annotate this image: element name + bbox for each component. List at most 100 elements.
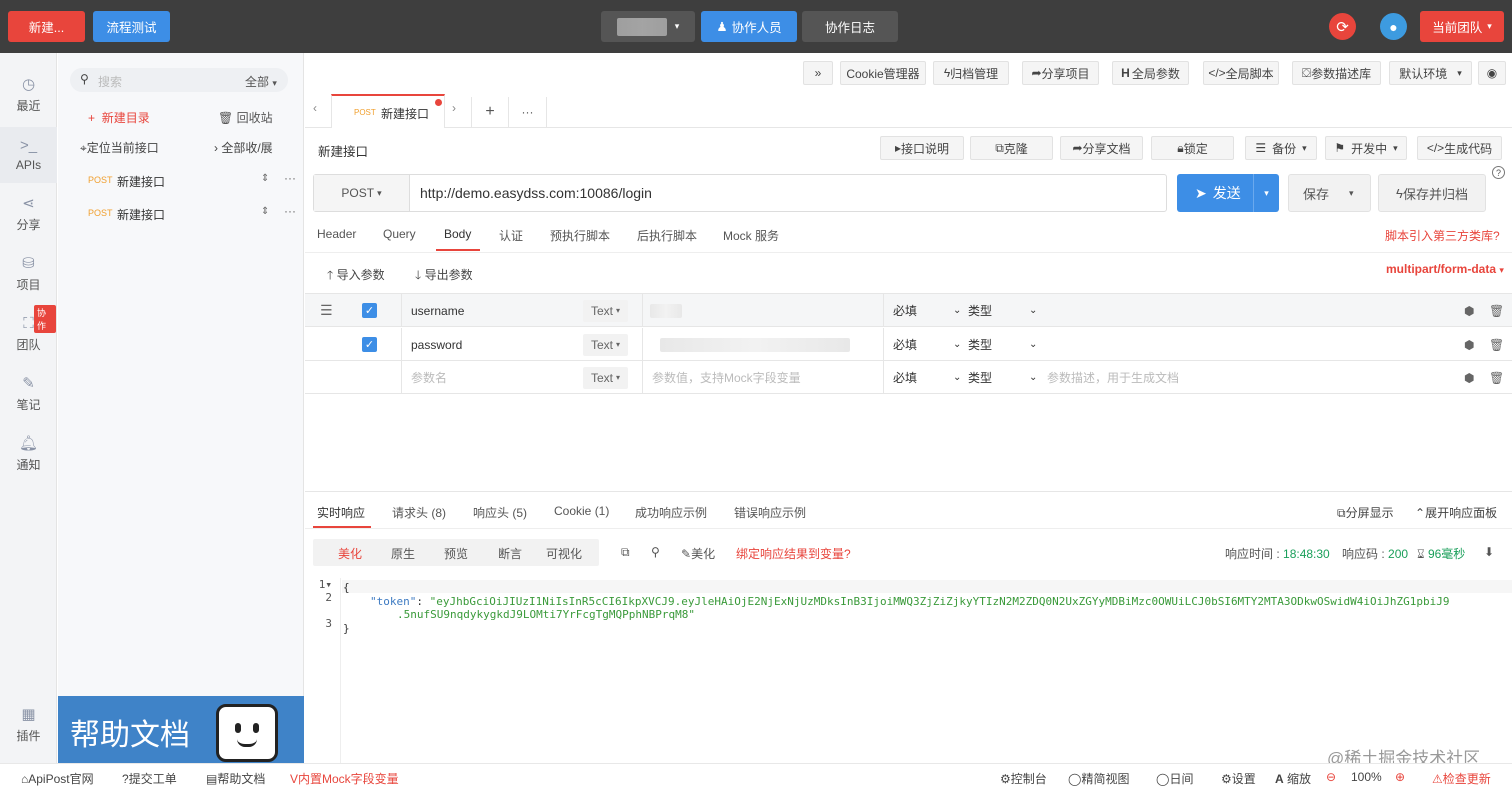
param-type-select[interactable]: Text ▾ [583, 294, 629, 327]
help-icon[interactable]: ? [1492, 166, 1505, 179]
check-update-button[interactable]: ⚠检查更新 [1432, 770, 1491, 787]
search-icon[interactable]: ⚲ [651, 545, 660, 559]
view-beautify[interactable]: 美化 [338, 545, 362, 562]
zoom-out-icon[interactable]: ⊖ [1326, 770, 1336, 784]
nav-notify[interactable]: 🔔︎ 通知 [0, 426, 57, 482]
delete-icon[interactable]: 🗑︎ [1489, 361, 1504, 394]
toolbar-more-button[interactable]: » [803, 61, 833, 85]
share-project-button[interactable]: ➦ 分享项目 [1022, 61, 1099, 85]
copy-icon[interactable]: ⧉ [621, 545, 630, 560]
cube-icon[interactable]: ⬢ [1464, 361, 1474, 394]
tab-post-script[interactable]: 后执行脚本 [637, 227, 697, 244]
split-view-button[interactable]: ⧉分屏显示 [1337, 504, 1394, 521]
param-value-input[interactable] [650, 294, 682, 327]
tab-more-button[interactable]: ··· [509, 97, 547, 127]
required-select[interactable]: 必填 [893, 294, 917, 327]
required-select[interactable]: 必填 [893, 328, 917, 361]
tab-scroll-left[interactable]: ‹ [313, 101, 317, 115]
sort-icon[interactable]: ⇕ [261, 173, 269, 184]
flow-test-button[interactable]: 流程测试 [93, 11, 170, 42]
search-input[interactable]: 搜索 [98, 73, 122, 90]
chevron-down-icon[interactable]: ⌄ [953, 361, 961, 394]
filter-select[interactable]: 全部 ▾ [245, 73, 277, 90]
dtype-select[interactable]: 类型 [968, 361, 992, 394]
download-icon[interactable]: ⬇ [1484, 545, 1494, 559]
cube-icon[interactable]: ⬢ [1464, 328, 1474, 361]
footer-help-link[interactable]: ▤帮助文档 [206, 770, 265, 787]
send-button[interactable]: ➤ 发送 ▾ [1177, 174, 1279, 212]
more-icon[interactable]: ··· [284, 171, 296, 185]
nav-share[interactable]: ⋖ 分享 [0, 186, 57, 242]
nav-plugins[interactable]: ▦ 插件 [0, 697, 57, 753]
tab-mock[interactable]: Mock 服务 [723, 227, 779, 244]
archive-button[interactable]: ϟ 归档管理 [933, 61, 1009, 85]
chevron-down-icon[interactable]: ⌄ [1029, 294, 1037, 327]
param-value-input[interactable]: 参数值，支持Mock字段变量 [652, 361, 801, 394]
tree-item[interactable]: POST 新建接口 ⇕ ··· [58, 200, 304, 230]
resp-tab-req-headers[interactable]: 请求头 (8) [392, 504, 446, 521]
help-banner[interactable]: 帮助文档 [58, 696, 304, 763]
resp-tab-cookie[interactable]: Cookie (1) [554, 504, 609, 518]
footer-mock-link[interactable]: V内置Mock字段变量 [290, 770, 399, 787]
zoom-in-icon[interactable]: ⊕ [1395, 770, 1405, 784]
clone-button[interactable]: ⧉ 克隆 [970, 136, 1053, 160]
chevron-down-icon[interactable]: ⌄ [953, 328, 961, 361]
chevron-down-icon[interactable]: ⌄ [1029, 328, 1037, 361]
param-desc-button[interactable]: ⛋ 参数描述库 [1292, 61, 1381, 85]
api-name-field[interactable]: 新建接口 [318, 141, 368, 160]
footer-compact-toggle[interactable]: ◯精简视图 [1068, 770, 1129, 787]
footer-day-toggle[interactable]: ◯日间 [1156, 770, 1193, 787]
bind-var-link[interactable]: 绑定响应结果到变量? [736, 545, 851, 562]
param-type-select[interactable]: Text ▾ [583, 361, 629, 394]
eye-icon[interactable]: ◉ [1478, 61, 1506, 85]
global-script-button[interactable]: </> 全局脚本 [1203, 61, 1279, 85]
add-tab-button[interactable]: + [471, 97, 509, 127]
status-select[interactable]: ⚑ 开发中 ▾ [1325, 136, 1407, 160]
tab-body[interactable]: Body [444, 227, 471, 241]
global-params-button[interactable]: H 全局参数 [1112, 61, 1189, 85]
cookie-manager-button[interactable]: Cookie管理器 [840, 61, 926, 85]
env-select[interactable]: 默认环境 ▾ [1389, 61, 1472, 85]
collab-log-button[interactable]: 协作日志 [802, 11, 898, 42]
nav-recent[interactable]: ◷ 最近 [0, 67, 57, 123]
tab-pre-script[interactable]: 预执行脚本 [550, 227, 610, 244]
view-preview[interactable]: 预览 [444, 545, 468, 562]
view-assert[interactable]: 断言 [498, 545, 522, 562]
content-type-select[interactable]: multipart/form-data ▾ [1386, 262, 1504, 276]
footer-ticket-link[interactable]: ?提交工单 [122, 770, 177, 787]
param-desc-input[interactable]: 参数描述，用于生成文档 [1047, 361, 1179, 394]
collab-people-button[interactable]: ♟ 协作人员 [701, 11, 797, 42]
recycle-button[interactable]: 🗑︎ 回收站 [218, 109, 273, 126]
share-doc-button[interactable]: ➦ 分享文档 [1060, 136, 1143, 160]
avatar[interactable]: ● [1380, 13, 1407, 40]
chevron-down-icon[interactable]: ⌄ [1029, 361, 1037, 394]
expand-panel-button[interactable]: ⌃展开响应面板 [1415, 504, 1497, 521]
nav-notes[interactable]: ✎ 笔记 [0, 366, 57, 422]
view-visualize[interactable]: 可视化 [546, 545, 582, 562]
locate-button[interactable]: ⌖定位当前接口 [80, 139, 159, 156]
lock-button[interactable]: 🔒︎ 锁定 [1151, 136, 1234, 160]
delete-icon[interactable]: 🗑︎ [1489, 294, 1504, 327]
param-name-input[interactable]: password [411, 328, 462, 361]
collapse-all-button[interactable]: › 全部收/展 [214, 139, 273, 156]
resp-tab-error-example[interactable]: 错误响应示例 [734, 504, 806, 521]
dtype-select[interactable]: 类型 [968, 328, 992, 361]
import-params-button[interactable]: 🡑 导入参数 [327, 266, 385, 287]
param-value-input[interactable] [660, 328, 850, 361]
drag-handle-icon[interactable]: ☰ [320, 294, 333, 327]
delete-icon[interactable]: 🗑︎ [1489, 328, 1504, 361]
save-button[interactable]: 保存 ▾ [1288, 174, 1371, 212]
footer-site-link[interactable]: ⌂ApiPost官网 [21, 770, 94, 787]
resp-tab-resp-headers[interactable]: 响应头 (5) [473, 504, 527, 521]
dtype-select[interactable]: 类型 [968, 294, 992, 327]
resp-tab-success-example[interactable]: 成功响应示例 [635, 504, 707, 521]
more-icon[interactable]: ··· [284, 204, 296, 218]
param-enabled-checkbox[interactable]: ✓ [362, 294, 377, 327]
resp-tab-realtime[interactable]: 实时响应 [317, 504, 365, 521]
footer-console-button[interactable]: ⚙控制台 [1000, 770, 1047, 787]
sync-icon[interactable]: ⟳ [1329, 13, 1356, 40]
view-raw[interactable]: 原生 [391, 545, 415, 562]
tab-auth[interactable]: 认证 [499, 227, 523, 244]
new-button[interactable]: 新建... [8, 11, 85, 42]
tab-scroll-right[interactable]: › [452, 101, 456, 115]
